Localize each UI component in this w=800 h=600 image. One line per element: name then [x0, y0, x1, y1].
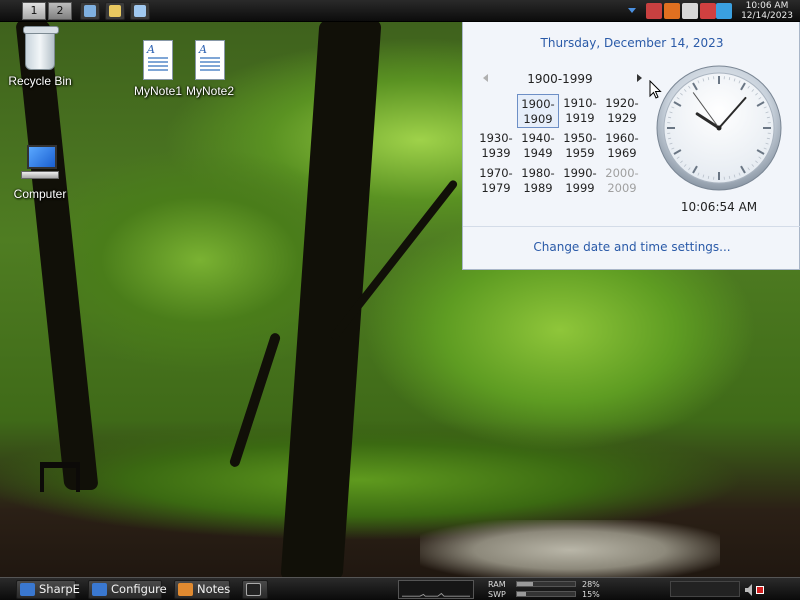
volume-slider[interactable] — [670, 581, 740, 597]
swp-label: SWP — [488, 590, 506, 599]
decade-end: 1949 — [523, 146, 553, 160]
decade-start: 1900- — [521, 97, 555, 111]
decade-start: 1990- — [563, 166, 597, 180]
quicklaunch-editor-button[interactable] — [80, 2, 100, 20]
century-range-header[interactable]: 1900-1999 — [493, 72, 627, 86]
recycle-bin-label: Recycle Bin — [8, 74, 72, 88]
recycle-bin-icon — [23, 26, 59, 70]
computer-icon — [19, 145, 61, 183]
swp-percent: 15% — [582, 590, 600, 599]
decade-start: 1930- — [479, 131, 513, 145]
computer-icon-item[interactable]: Computer — [0, 145, 80, 201]
decade-end: 1909 — [523, 112, 553, 126]
decade-end: 1969 — [607, 146, 637, 160]
decade-cell[interactable]: 1940- 1949 — [517, 129, 559, 163]
quicklaunch-desktop-button[interactable] — [130, 2, 150, 20]
swp-bar — [516, 591, 576, 597]
cpu-graph — [398, 580, 474, 599]
display-icon[interactable] — [682, 3, 698, 19]
mynote2-icon-item[interactable]: MyNote2 — [170, 40, 250, 98]
workspace-1-button[interactable]: 1 — [22, 2, 46, 20]
change-date-time-settings-link[interactable]: Change date and time settings... — [463, 240, 800, 254]
mynote2-label: MyNote2 — [185, 84, 235, 98]
top-taskbar: 1 2 10:06 AM 12/14/2023 — [0, 0, 800, 22]
task-sharpe-button[interactable]: SharpE — [16, 580, 80, 599]
decade-end: 1979 — [481, 181, 511, 195]
configure-icon — [92, 583, 107, 596]
recycle-bin-icon-item[interactable]: Recycle Bin — [0, 26, 80, 88]
taskbar-date: 12/14/2023 — [741, 11, 793, 21]
task-notes-button[interactable]: Notes — [174, 580, 230, 599]
task-notes-label: Notes — [197, 582, 231, 596]
document-icon — [195, 40, 225, 80]
decade-cell[interactable]: 1960- 1969 — [601, 129, 643, 163]
decade-start: 1960- — [605, 131, 639, 145]
decade-start: 2000- — [605, 166, 639, 180]
monitor-icon — [20, 583, 35, 596]
tree-trunk-left — [15, 20, 99, 490]
long-date-link[interactable]: Thursday, December 14, 2023 — [463, 36, 800, 50]
ram-percent: 28% — [582, 580, 600, 589]
text-editor-icon — [84, 5, 96, 17]
decade-end: 1919 — [565, 111, 595, 125]
task-configure-label: Configure — [111, 582, 167, 596]
stream — [420, 520, 720, 580]
decade-end: 1939 — [481, 146, 511, 160]
computer-label: Computer — [13, 187, 67, 201]
document-icon — [143, 40, 173, 80]
task-sharpe-label: SharpE — [39, 582, 80, 596]
decade-end: 1959 — [565, 146, 595, 160]
decade-start: 1950- — [563, 131, 597, 145]
decade-cell[interactable]: 1950- 1959 — [559, 129, 601, 163]
taskbar-clock[interactable]: 10:06 AM 12/14/2023 — [734, 0, 800, 22]
mute-indicator-icon — [756, 586, 764, 594]
speaker-icon[interactable] — [744, 582, 754, 596]
network-disconnected-icon[interactable] — [646, 3, 662, 19]
terminal-icon — [246, 583, 261, 596]
decade-cell[interactable]: 1900- 1909 — [517, 94, 559, 128]
decade-end: 1989 — [523, 181, 553, 195]
decade-cell[interactable]: 1970- 1979 — [475, 164, 517, 198]
analog-clock — [656, 65, 782, 191]
decade-cell[interactable]: 1930- 1939 — [475, 129, 517, 163]
decade-cell[interactable]: 1920- 1929 — [601, 94, 643, 128]
decade-cell[interactable]: 1990- 1999 — [559, 164, 601, 198]
workspace-2-button[interactable]: 2 — [48, 2, 72, 20]
decade-end: 1999 — [565, 181, 595, 195]
digital-time: 10:06:54 AM — [680, 200, 758, 214]
search-icon[interactable] — [664, 3, 680, 19]
date-time-popup: Thursday, December 14, 2023 1900-1999 19… — [462, 22, 800, 270]
decade-start: 1970- — [479, 166, 513, 180]
app-blue-icon[interactable] — [716, 3, 732, 19]
file-manager-icon — [109, 5, 121, 17]
decade-start: 1910- — [563, 96, 597, 110]
desktop-icon — [134, 5, 146, 17]
popup-divider — [463, 226, 800, 227]
volume-muted-icon[interactable] — [700, 3, 716, 19]
task-configure-button[interactable]: Configure — [88, 580, 167, 599]
quicklaunch-files-button[interactable] — [105, 2, 125, 20]
notes-icon — [178, 583, 193, 596]
decade-end: 2009 — [607, 181, 637, 195]
decade-start: 1940- — [521, 131, 555, 145]
tree-branch — [228, 331, 282, 469]
decade-start: 1920- — [605, 96, 639, 110]
ram-bar — [516, 581, 576, 587]
mouse-cursor-icon — [649, 80, 662, 99]
task-terminal-button[interactable] — [242, 580, 268, 599]
tray-expand-icon[interactable] — [628, 8, 636, 13]
decade-cell[interactable]: 2000- 2009 — [601, 164, 643, 198]
bottom-taskbar: SharpE Configure Notes RAM SWP 28% 15% — [0, 577, 800, 600]
decade-start: 1980- — [521, 166, 555, 180]
decade-cell[interactable]: 1910- 1919 — [559, 94, 601, 128]
next-century-icon[interactable] — [637, 74, 642, 82]
previous-century-icon[interactable] — [483, 74, 488, 82]
taskbar-time: 10:06 AM — [745, 1, 789, 11]
decade-cell[interactable]: 1980- 1989 — [517, 164, 559, 198]
bench — [40, 462, 80, 492]
ram-label: RAM — [488, 580, 506, 589]
decade-end: 1929 — [607, 111, 637, 125]
